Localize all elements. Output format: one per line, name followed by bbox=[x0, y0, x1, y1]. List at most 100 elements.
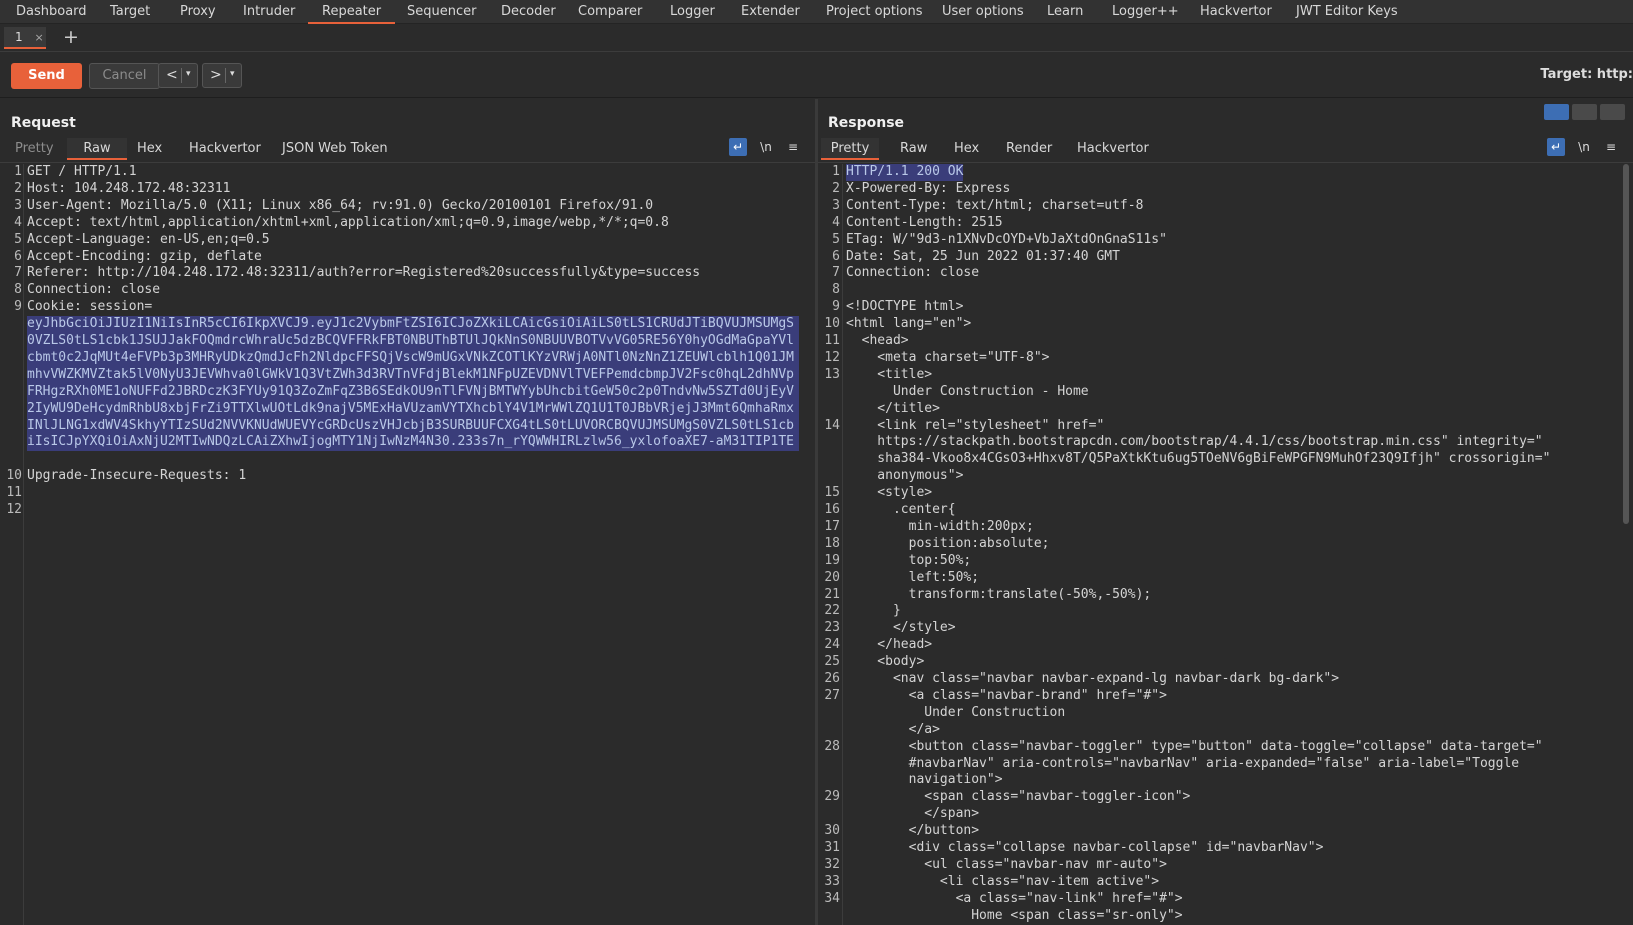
request-pane: Request Pretty Raw Hex Hackvertor JSON W… bbox=[0, 99, 815, 925]
request-line: Accept-Encoding: gzip, deflate bbox=[27, 248, 262, 264]
request-line: Upgrade-Insecure-Requests: 1 bbox=[27, 468, 247, 484]
line-number: 29 bbox=[824, 789, 840, 805]
line-number: 11 bbox=[824, 333, 840, 348]
nav-tab-decoder[interactable]: Decoder bbox=[501, 0, 556, 24]
response-line: </a> bbox=[846, 721, 940, 737]
tab-hex[interactable]: Hex bbox=[137, 141, 162, 156]
line-number: 21 bbox=[824, 586, 840, 602]
response-line: <body> bbox=[846, 654, 925, 670]
cancel-button[interactable]: Cancel bbox=[89, 63, 160, 89]
line-number: 4 bbox=[832, 214, 840, 230]
line-number: 3 bbox=[832, 197, 840, 213]
line-number: 7 bbox=[14, 265, 22, 281]
divider bbox=[818, 162, 1633, 163]
layout-side-by-side-icon[interactable] bbox=[1544, 104, 1569, 120]
wrap-lines-icon[interactable]: ↵ bbox=[729, 138, 747, 156]
line-number: 1 bbox=[832, 164, 840, 179]
line-number: 22 bbox=[824, 603, 840, 619]
request-line: User-Agent: Mozilla/5.0 (X11; Linux x86_… bbox=[27, 197, 654, 213]
tab-hackvertor[interactable]: Hackvertor bbox=[189, 141, 261, 156]
menu-icon[interactable]: ≡ bbox=[784, 138, 802, 156]
nav-tab-learn[interactable]: Learn bbox=[1047, 0, 1083, 24]
layout-tabs-icon[interactable] bbox=[1600, 104, 1625, 120]
nav-tab-hackvertor[interactable]: Hackvertor bbox=[1200, 0, 1272, 24]
response-editor[interactable]: 1 2 3 4 5 6 7 8 9 10 11 12 13 14 15 16 17 18 19 20 21 22 23 24 2… bbox=[818, 164, 1633, 925]
nav-tab-sequencer[interactable]: Sequencer bbox=[407, 0, 476, 24]
response-line: Under Construction - Home bbox=[846, 383, 1089, 399]
divider bbox=[225, 68, 226, 83]
response-line: <button class="navbar-toggler" type="but… bbox=[846, 738, 1543, 754]
nav-tab-comparer[interactable]: Comparer bbox=[578, 0, 642, 24]
divider bbox=[0, 162, 815, 163]
request-tabs: Pretty Raw Hex Hackvertor JSON Web Token bbox=[0, 138, 815, 162]
response-line: </title> bbox=[846, 400, 940, 416]
tab-hex[interactable]: Hex bbox=[954, 141, 979, 156]
nav-tab-extender[interactable]: Extender bbox=[741, 0, 800, 24]
session-cookie-value[interactable]: eyJhbGciOiJIUzI1NiIsInR5cCI6IkpXVCJ9.eyJ… bbox=[27, 316, 799, 452]
nav-tab-proxy[interactable]: Proxy bbox=[180, 0, 216, 24]
layout-top-bottom-icon[interactable] bbox=[1572, 104, 1597, 120]
tab-raw[interactable]: Raw bbox=[900, 141, 927, 156]
response-line: #navbarNav" aria-controls="navbarNav" ar… bbox=[846, 755, 1520, 771]
response-line: ETag: W/"9d3-n1XNvDcOYD+VbJaXtdOnGnaS11s… bbox=[846, 231, 1167, 247]
line-number: 5 bbox=[14, 231, 22, 247]
response-line: <div class="collapse navbar-collapse" id… bbox=[846, 840, 1324, 855]
send-button[interactable]: Send bbox=[11, 63, 82, 89]
tab-hackvertor[interactable]: Hackvertor bbox=[1077, 141, 1149, 156]
response-line: <meta charset="UTF-8"> bbox=[846, 349, 1050, 365]
response-pane: Response Pretty Raw Hex Render Hackverto… bbox=[818, 99, 1633, 925]
layout-toggle bbox=[1544, 104, 1625, 120]
nav-tab-user-options[interactable]: User options bbox=[942, 0, 1024, 24]
response-line: </head> bbox=[846, 637, 933, 653]
line-number: 7 bbox=[832, 265, 840, 281]
divider bbox=[181, 68, 182, 83]
tab-json-web-token[interactable]: JSON Web Token bbox=[282, 141, 388, 156]
forward-button[interactable]: > ▾ bbox=[202, 63, 242, 88]
newline-icon[interactable]: \n bbox=[757, 138, 775, 156]
newline-icon[interactable]: \n bbox=[1575, 138, 1593, 156]
top-nav: Dashboard Target Proxy Intruder Repeater Sequ… bbox=[0, 0, 1633, 24]
add-tab-icon[interactable]: + bbox=[63, 27, 79, 47]
response-line: left:50%; bbox=[846, 569, 980, 585]
tab-pretty[interactable]: Pretty bbox=[821, 138, 879, 160]
chevron-down-icon[interactable]: ▾ bbox=[230, 69, 235, 79]
nav-tab-logger[interactable]: Logger bbox=[670, 0, 715, 24]
line-number: 10 bbox=[6, 468, 22, 484]
nav-tab-repeater[interactable]: Repeater bbox=[308, 0, 396, 24]
tab-pretty[interactable]: Pretty bbox=[15, 141, 54, 156]
chevron-left-icon: < bbox=[166, 67, 178, 83]
nav-tab-intruder[interactable]: Intruder bbox=[243, 0, 295, 24]
line-gutter: 1 2 3 4 5 6 7 8 9 10 11 12 bbox=[0, 164, 24, 925]
response-line: top:50%; bbox=[846, 552, 972, 568]
nav-tab-project-options[interactable]: Project options bbox=[826, 0, 923, 24]
line-number: 15 bbox=[824, 485, 840, 501]
request-editor[interactable]: 1 2 3 4 5 6 7 8 9 10 11 12 GET / HTTP/1.1 Host: 104.… bbox=[0, 164, 815, 925]
nav-tab-logger-[interactable]: Logger++ bbox=[1112, 0, 1179, 24]
request-line: Accept: text/html,application/xhtml+xml,… bbox=[27, 214, 669, 230]
response-line: <ul class="navbar-nav mr-auto"> bbox=[846, 856, 1167, 872]
response-title: Response bbox=[828, 115, 905, 131]
nav-tab-jwt-editor-keys[interactable]: JWT Editor Keys bbox=[1296, 0, 1398, 24]
response-line: Under Construction bbox=[846, 704, 1066, 720]
response-line: min-width:200px; bbox=[846, 518, 1034, 534]
scrollbar[interactable] bbox=[1623, 164, 1629, 524]
chevron-down-icon[interactable]: ▾ bbox=[186, 69, 191, 79]
request-line: GET / HTTP/1.1 bbox=[27, 164, 137, 179]
line-number: 19 bbox=[824, 552, 840, 568]
tab-render[interactable]: Render bbox=[1006, 141, 1052, 156]
line-number: 13 bbox=[824, 366, 840, 382]
tab-raw[interactable]: Raw bbox=[67, 138, 127, 160]
toolbar: Send Cancel < ▾ > ▾ Target: http: bbox=[0, 53, 1633, 98]
line-number: 32 bbox=[824, 856, 840, 872]
close-icon[interactable]: × bbox=[34, 31, 43, 44]
response-line: <title> bbox=[846, 366, 933, 382]
response-line: <head> bbox=[846, 333, 909, 348]
wrap-lines-icon[interactable]: ↵ bbox=[1547, 138, 1565, 156]
nav-tab-target[interactable]: Target bbox=[110, 0, 150, 24]
back-button[interactable]: < ▾ bbox=[158, 63, 198, 88]
menu-icon[interactable]: ≡ bbox=[1602, 138, 1620, 156]
repeater-tab-1[interactable]: 1 × bbox=[4, 27, 46, 49]
response-line: </style> bbox=[846, 620, 956, 636]
nav-tab-dashboard[interactable]: Dashboard bbox=[16, 0, 87, 24]
target-label[interactable]: Target: http: bbox=[1540, 67, 1633, 82]
